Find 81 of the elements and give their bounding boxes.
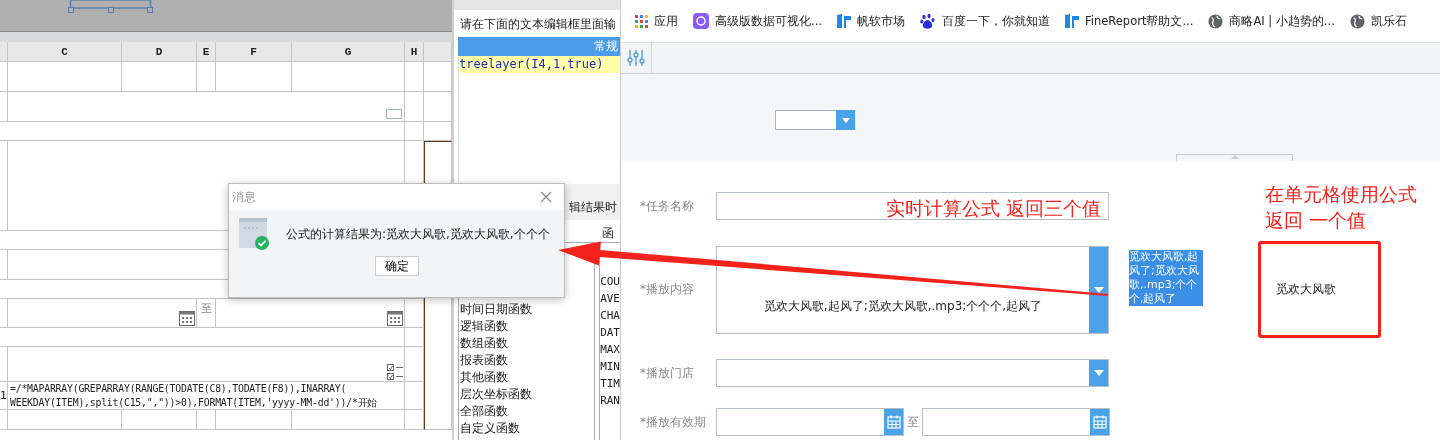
category-item[interactable]: 全部函数 — [459, 403, 595, 420]
field-label: *播放有效期 — [640, 413, 707, 431]
list-heading: 函 — [602, 226, 614, 240]
calendar-icon[interactable] — [387, 310, 403, 326]
logo-icon — [836, 13, 851, 29]
function-item[interactable]: MAX — [600, 341, 620, 358]
category-item[interactable]: 数组函数 — [459, 335, 595, 352]
column-header[interactable]: G — [292, 42, 405, 62]
dropdown-field[interactable] — [775, 110, 855, 130]
bookmark[interactable]: 百度一下，你就知道 — [919, 13, 1050, 29]
sliders-icon — [627, 49, 645, 67]
globe-icon — [1208, 13, 1224, 29]
calendar-icon — [1092, 415, 1107, 429]
content-field[interactable]: 觅欢大风歌,起风了;觅欢大风歌,.mp3;个个个,起风了 — [716, 245, 1109, 334]
column-header[interactable] — [424, 42, 452, 62]
function-item[interactable]: RAN — [600, 392, 620, 409]
bookmark[interactable]: 凯乐石 — [1349, 13, 1407, 29]
function-item[interactable]: COU — [600, 273, 620, 290]
globe-icon — [1349, 13, 1365, 29]
table-cell — [405, 328, 424, 347]
caret-icon — [841, 117, 850, 123]
function-item[interactable]: DAT — [600, 324, 620, 341]
bookmark[interactable]: 帆软市场 — [836, 13, 905, 29]
confirm-button[interactable]: 确定 — [374, 256, 419, 276]
text-box-icon — [386, 109, 402, 119]
category-item[interactable]: 逻辑函数 — [459, 318, 595, 335]
app-icon — [693, 13, 709, 29]
annotation-text: 返回 一个值 — [1265, 208, 1368, 233]
table-cell — [197, 62, 216, 92]
text-field[interactable] — [716, 192, 1109, 220]
bookmark[interactable]: 应用 — [635, 13, 678, 29]
function-item[interactable]: AVE — [600, 290, 620, 307]
success-icon — [239, 218, 269, 250]
column-header[interactable]: E — [197, 42, 216, 62]
cell-value: 觅欢大风歌 — [1258, 241, 1381, 338]
range-separator: 至 — [200, 301, 212, 316]
table-cell — [405, 62, 424, 92]
selected-text: 觅欢大风歌,起风了;觅欢大风歌,.mp3;个个个,起风了 — [1129, 250, 1203, 306]
caret-icon — [1093, 286, 1104, 293]
column-header[interactable]: H — [405, 42, 424, 62]
category-item[interactable]: 报表函数 — [459, 352, 595, 369]
function-item[interactable]: TIM — [600, 375, 620, 392]
row-text: 1 — [0, 389, 7, 402]
select-field[interactable] — [716, 359, 1109, 387]
range-separator: 至 — [906, 413, 920, 431]
formula-editor[interactable]: treelayer(I4,1,true) — [458, 56, 620, 184]
annotation-text: 实时计算公式 返回三个值 — [886, 196, 1102, 221]
column-header[interactable]: F — [216, 42, 292, 62]
category-item[interactable]: 自定义函数 — [459, 420, 595, 437]
bookmark[interactable]: 高级版数据可视化... — [693, 13, 822, 29]
column-header[interactable]: D — [122, 42, 197, 62]
category-item[interactable]: 层次坐标函数 — [459, 386, 595, 403]
hint-text: 辑结果时 — [569, 199, 617, 216]
column-header[interactable] — [0, 42, 8, 62]
field-label: *播放门店 — [640, 364, 695, 382]
logo-icon — [1064, 13, 1079, 29]
message-text: 公式的计算结果为:觅欢大风歌,觅欢大风歌,个个个 — [286, 225, 550, 243]
checkbox-group-icon — [387, 364, 403, 380]
close-icon[interactable] — [540, 191, 552, 203]
dialog-title: 消息 — [232, 188, 256, 206]
function-item[interactable]: CHA — [600, 307, 620, 324]
date-field[interactable] — [922, 408, 1110, 436]
category-item[interactable]: 其他函数 — [459, 369, 595, 386]
calendar-icon — [886, 415, 901, 429]
field-label: *播放内容 — [640, 281, 695, 298]
formula-text: =/*MAPARRAY(GREPARRAY(RANGE(TODATE(C8),TODATE(F8)),INARRAY( WEEKDAY(ITEM),split(C15,","))>0),FORMAT(ITEM,'yyyy-MM-dd'))/*开始 — [10, 383, 378, 408]
function-item[interactable]: MIN — [600, 358, 620, 375]
instruction-text: 请在下面的文本编辑框里面输 — [460, 17, 616, 31]
bookmark[interactable]: FineReport帮助文... — [1064, 13, 1194, 29]
date-field[interactable] — [716, 408, 904, 436]
bookmark[interactable]: 商略AI | 小趋势的... — [1208, 13, 1335, 29]
annotation-text: 在单元格使用公式 — [1265, 182, 1417, 207]
table-cell — [405, 410, 424, 430]
caret-icon — [1230, 155, 1239, 159]
calendar-icon[interactable] — [179, 310, 195, 326]
apps-grid-icon — [635, 14, 648, 28]
caret-icon — [1093, 370, 1104, 376]
paw-icon — [919, 13, 936, 29]
column-header[interactable]: C — [8, 42, 122, 62]
field-label: *任务名称 — [640, 197, 695, 215]
category-item[interactable]: 时间日期函数 — [459, 301, 595, 318]
